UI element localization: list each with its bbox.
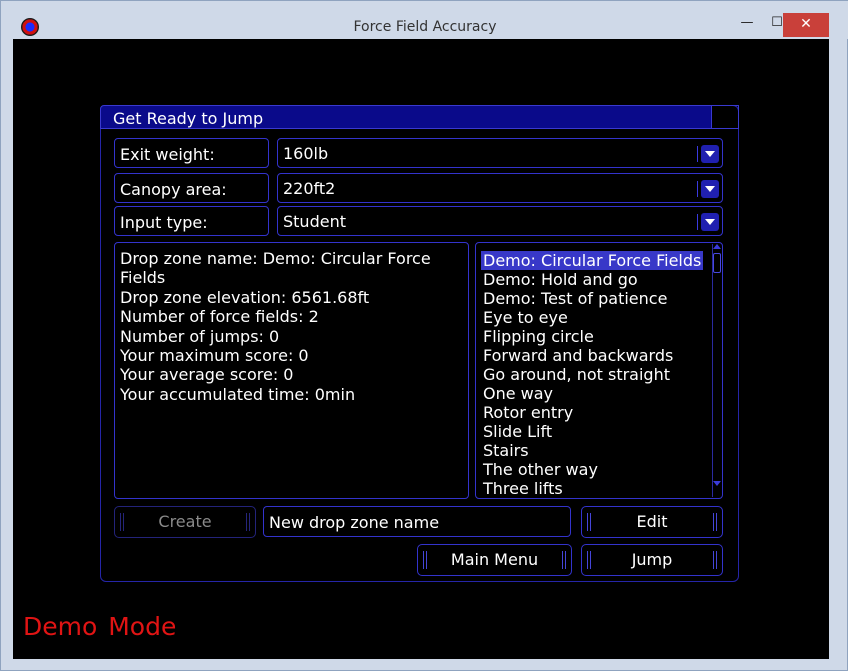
input-type-label: Input type: [114,206,269,236]
chevron-down-icon[interactable] [697,145,719,163]
canopy-area-select[interactable]: 220ft2 [277,173,723,203]
scroll-down-arrow-icon[interactable] [713,481,721,486]
main-menu-button[interactable]: Main Menu [417,544,572,576]
info-line: Your average score: 0 [120,365,294,385]
list-item[interactable]: Three lifts [481,479,565,498]
list-item[interactable]: Demo: Test of patience [481,289,669,308]
list-item[interactable]: Rotor entry [481,403,575,422]
list-item[interactable]: One way [481,384,555,403]
title-bar[interactable]: Force Field Accuracy — ☐ ✕ [1,1,848,39]
chevron-down-icon[interactable] [697,213,719,231]
canopy-area-label: Canopy area: [114,173,269,203]
list-item[interactable]: Go around, not straight [481,365,672,384]
list-item[interactable]: Flipping circle [481,327,596,346]
input-type-value: Student [283,212,346,231]
drop-zone-list[interactable]: Demo: Circular Force Fields Demo: Hold a… [475,242,723,499]
list-item[interactable]: Forward and backwards [481,346,675,365]
scroll-up-arrow-icon[interactable] [713,244,721,249]
info-line: Fields [120,268,166,288]
list-item[interactable]: Eye to eye [481,308,570,327]
info-line: Drop zone elevation: 6561.68ft [120,287,370,307]
edit-button[interactable]: Edit [581,506,723,538]
canopy-area-value: 220ft2 [283,179,336,198]
list-item[interactable]: The other way [481,460,600,479]
close-button[interactable]: ✕ [783,13,829,37]
info-line: Number of force fields: 2 [120,307,319,327]
app-window: Force Field Accuracy — ☐ ✕ Get Ready to … [0,0,848,671]
window-title: Force Field Accuracy [353,19,497,35]
jump-button[interactable]: Jump [581,544,723,576]
info-line: Your accumulated time: 0min [120,384,356,404]
demo-mode-indicator: Demo Mode [23,612,177,641]
info-line: Number of jumps: 0 [120,326,280,346]
exit-weight-value: 160lb [283,144,329,163]
list-item[interactable]: Demo: Hold and go [481,270,640,289]
chevron-down-icon[interactable] [697,180,719,198]
minimize-button[interactable]: — [733,13,761,37]
new-drop-zone-name-input[interactable]: New drop zone name [263,506,571,537]
exit-weight-select[interactable]: 160lb [277,138,723,168]
list-item[interactable]: Demo: Circular Force Fields [481,251,704,270]
panel-title: Get Ready to Jump [113,109,264,128]
exit-weight-label: Exit weight: [114,138,269,168]
list-item[interactable]: Slide Lift [481,422,554,441]
input-type-select[interactable]: Student [277,206,723,236]
info-line: Drop zone name: Demo: Circular Force [120,249,431,268]
scroll-thumb[interactable] [713,253,721,273]
create-button[interactable]: Create [114,506,256,538]
info-line: Your maximum score: 0 [120,346,309,366]
list-scrollbar[interactable] [712,244,722,497]
list-item[interactable]: Stairs [481,441,531,460]
drop-zone-info: Drop zone name: Demo: Circular Force Fie… [114,242,469,499]
panel-header-tab [707,105,739,129]
